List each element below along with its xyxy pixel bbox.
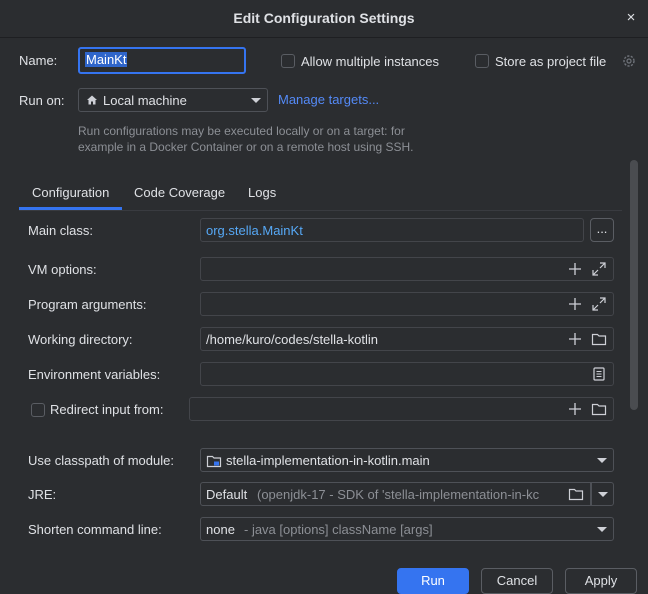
shorten-cmd-detail: - java [options] className [args] [244,522,433,537]
run-on-value: Local machine [103,93,187,108]
run-on-hint-1: Run configurations may be executed local… [78,124,405,138]
expand-icon[interactable] [591,296,607,312]
chevron-down-icon [597,527,607,532]
apply-button[interactable]: Apply [565,568,637,594]
name-value: MainKt [85,52,128,67]
configuration-panel: Main class: org.stella.MainKt ... VM opt… [19,210,622,560]
close-icon[interactable]: × [622,9,640,27]
env-vars-label: Environment variables: [28,367,161,382]
name-input[interactable]: MainKt [78,47,246,74]
chevron-down-icon [598,492,608,497]
run-on-select[interactable]: Local machine [78,88,268,112]
run-on-hint-2: example in a Docker Container or on a re… [78,140,414,154]
allow-multiple-label: Allow multiple instances [301,54,440,69]
expand-icon[interactable] [591,261,607,277]
add-icon[interactable] [567,261,583,277]
store-project-checkbox[interactable] [475,54,489,68]
main-class-label: Main class: [28,223,94,238]
shorten-cmd-value: none [206,522,235,537]
browse-main-class-button[interactable]: ... [590,218,614,242]
working-dir-label: Working directory: [28,332,133,347]
add-icon[interactable] [567,401,583,417]
redirect-input-label: Redirect input from: [50,402,164,417]
jre-label: JRE: [28,487,57,502]
jre-detail: (openjdk-17 - SDK of 'stella-implementat… [257,487,540,502]
gear-icon[interactable] [621,53,637,69]
program-args-input[interactable] [200,292,614,316]
jre-input[interactable]: Default (openjdk-17 - SDK of 'stella-imp… [200,482,591,506]
env-vars-input[interactable] [200,362,614,386]
manage-targets-link[interactable]: Manage targets... [278,92,379,107]
shorten-cmd-select[interactable]: none - java [options] className [args] [200,517,614,541]
tab-configuration[interactable]: Configuration [19,180,123,210]
title-bar: Edit Configuration Settings × [0,0,648,38]
working-dir-value: /home/kuro/codes/stella-kotlin [206,332,378,347]
shorten-cmd-label: Shorten command line: [28,522,162,537]
classpath-module-value: stella-implementation-in-kotlin.main [226,453,430,468]
home-icon [87,95,97,105]
add-icon[interactable] [567,296,583,312]
main-class-value: org.stella.MainKt [206,223,303,238]
vm-options-label: VM options: [28,262,97,277]
run-button[interactable]: Run [397,568,469,594]
tab-code-coverage[interactable]: Code Coverage [121,180,238,210]
dialog-title: Edit Configuration Settings [233,10,415,26]
program-args-label: Program arguments: [28,297,147,312]
store-project-label: Store as project file [495,54,607,69]
redirect-input-checkbox[interactable] [31,403,45,417]
folder-icon[interactable] [591,401,607,417]
jre-value: Default [206,487,248,502]
main-class-input[interactable]: org.stella.MainKt [200,218,584,242]
classpath-module-label: Use classpath of module: [28,453,174,468]
allow-multiple-checkbox[interactable] [281,54,295,68]
folder-icon[interactable] [591,331,607,347]
working-dir-input[interactable]: /home/kuro/codes/stella-kotlin [200,327,614,351]
folder-icon[interactable] [568,486,584,502]
add-icon[interactable] [567,331,583,347]
cancel-button[interactable]: Cancel [481,568,553,594]
document-icon[interactable] [591,366,607,382]
chevron-down-icon [251,98,261,103]
tab-logs[interactable]: Logs [235,180,289,210]
module-folder-icon [206,455,222,468]
classpath-module-select[interactable]: stella-implementation-in-kotlin.main [200,448,614,472]
redirect-input-field[interactable] [189,397,614,421]
scrollbar[interactable] [630,160,638,410]
chevron-down-icon [597,458,607,463]
jre-dropdown-button[interactable] [591,482,614,506]
vm-options-input[interactable] [200,257,614,281]
run-on-label: Run on: [19,93,65,108]
name-label: Name: [19,53,58,68]
